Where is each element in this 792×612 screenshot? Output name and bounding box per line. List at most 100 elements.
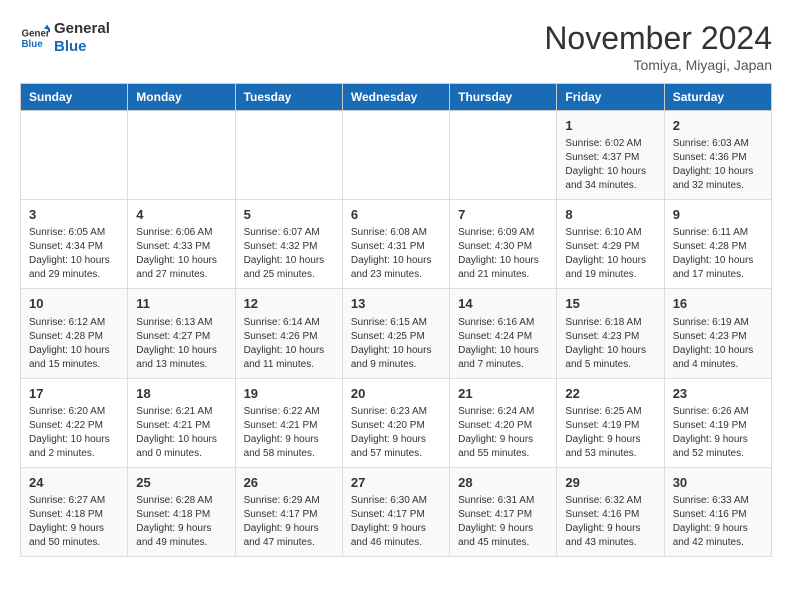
day-number: 5 xyxy=(244,206,334,224)
day-number: 11 xyxy=(136,295,226,313)
day-info: Sunrise: 6:02 AM Sunset: 4:37 PM Dayligh… xyxy=(565,137,655,193)
calendar-cell-3-0: 17 Sunrise: 6:20 AM Sunset: 4:22 PM Dayli… xyxy=(21,378,128,467)
day-info: Sunrise: 6:26 AM Sunset: 4:19 PM Dayligh… xyxy=(673,405,763,461)
day-info: Sunrise: 6:23 AM Sunset: 4:20 PM Dayligh… xyxy=(351,405,441,461)
calendar-cell-3-2: 19Sunrise: 6:22 AM Sunset: 4:21 PM Dayli… xyxy=(235,378,342,467)
calendar-cell-4-3: 27Sunrise: 6:30 AM Sunset: 4:17 PM Dayli… xyxy=(342,467,449,556)
day-info: Sunrise: 6:20 AM Sunset: 4:22 PM Dayligh… xyxy=(29,405,119,461)
calendar-cell-2-6: 16Sunrise: 6:19 AM Sunset: 4:23 PM Dayli… xyxy=(664,289,771,378)
calendar-cell-1-4: 7Sunrise: 6:09 AM Sunset: 4:30 PM Daylig… xyxy=(450,200,557,289)
svg-text:Blue: Blue xyxy=(22,39,44,50)
calendar-cell-3-5: 22 Sunrise: 6:25 AM Sunset: 4:19 PM Dayli… xyxy=(557,378,664,467)
header-row: SundayMondayTuesdayWednesdayThursdayFrid… xyxy=(21,84,772,111)
day-number: 6 xyxy=(351,206,441,224)
day-number: 29 xyxy=(565,474,655,492)
calendar-cell-3-1: 18 Sunrise: 6:21 AM Sunset: 4:21 PM Dayli… xyxy=(128,378,235,467)
week-row-3: 17 Sunrise: 6:20 AM Sunset: 4:22 PM Dayli… xyxy=(21,378,772,467)
header-saturday: Saturday xyxy=(664,84,771,111)
location: Tomiya, Miyagi, Japan xyxy=(544,57,772,73)
day-info: Sunrise: 6:09 AM Sunset: 4:30 PM Dayligh… xyxy=(458,226,548,282)
header-sunday: Sunday xyxy=(21,84,128,111)
day-number: 10 xyxy=(29,295,119,313)
day-number: 13 xyxy=(351,295,441,313)
calendar-cell-1-2: 5Sunrise: 6:07 AM Sunset: 4:32 PM Daylig… xyxy=(235,200,342,289)
calendar-cell-2-4: 14 Sunrise: 6:16 AM Sunset: 4:24 PM Dayli… xyxy=(450,289,557,378)
header-thursday: Thursday xyxy=(450,84,557,111)
day-number: 25 xyxy=(136,474,226,492)
day-info: Sunrise: 6:30 AM Sunset: 4:17 PM Dayligh… xyxy=(351,494,441,550)
day-number: 9 xyxy=(673,206,763,224)
day-info: Sunrise: 6:24 AM Sunset: 4:20 PM Dayligh… xyxy=(458,405,548,461)
day-number: 17 xyxy=(29,385,119,403)
day-info: Sunrise: 6:19 AM Sunset: 4:23 PM Dayligh… xyxy=(673,316,763,372)
calendar-cell-1-1: 4 Sunrise: 6:06 AM Sunset: 4:33 PM Daylig… xyxy=(128,200,235,289)
day-info: Sunrise: 6:22 AM Sunset: 4:21 PM Dayligh… xyxy=(244,405,334,461)
calendar-cell-2-3: 13 Sunrise: 6:15 AM Sunset: 4:25 PM Dayli… xyxy=(342,289,449,378)
calendar-cell-2-0: 10 Sunrise: 6:12 AM Sunset: 4:28 PM Dayli… xyxy=(21,289,128,378)
day-number: 14 xyxy=(458,295,548,313)
day-number: 15 xyxy=(565,295,655,313)
day-info: Sunrise: 6:32 AM Sunset: 4:16 PM Dayligh… xyxy=(565,494,655,550)
day-info: Sunrise: 6:18 AM Sunset: 4:23 PM Dayligh… xyxy=(565,316,655,372)
calendar-cell-4-6: 30Sunrise: 6:33 AM Sunset: 4:16 PM Dayli… xyxy=(664,467,771,556)
calendar-table: SundayMondayTuesdayWednesdayThursdayFrid… xyxy=(20,83,772,557)
calendar-cell-4-0: 24 Sunrise: 6:27 AM Sunset: 4:18 PM Dayli… xyxy=(21,467,128,556)
day-info: Sunrise: 6:13 AM Sunset: 4:27 PM Dayligh… xyxy=(136,316,226,372)
day-info: Sunrise: 6:25 AM Sunset: 4:19 PM Dayligh… xyxy=(565,405,655,461)
day-info: Sunrise: 6:05 AM Sunset: 4:34 PM Dayligh… xyxy=(29,226,119,282)
day-info: Sunrise: 6:06 AM Sunset: 4:33 PM Dayligh… xyxy=(136,226,226,282)
calendar-cell-1-5: 8 Sunrise: 6:10 AM Sunset: 4:29 PM Daylig… xyxy=(557,200,664,289)
header-friday: Friday xyxy=(557,84,664,111)
day-info: Sunrise: 6:29 AM Sunset: 4:17 PM Dayligh… xyxy=(244,494,334,550)
calendar-cell-1-3: 6Sunrise: 6:08 AM Sunset: 4:31 PM Daylig… xyxy=(342,200,449,289)
day-info: Sunrise: 6:12 AM Sunset: 4:28 PM Dayligh… xyxy=(29,316,119,372)
svg-text:General: General xyxy=(22,29,51,40)
day-info: Sunrise: 6:27 AM Sunset: 4:18 PM Dayligh… xyxy=(29,494,119,550)
day-number: 22 xyxy=(565,385,655,403)
header-wednesday: Wednesday xyxy=(342,84,449,111)
logo-general: General xyxy=(54,20,110,38)
day-info: Sunrise: 6:21 AM Sunset: 4:21 PM Dayligh… xyxy=(136,405,226,461)
day-info: Sunrise: 6:31 AM Sunset: 4:17 PM Dayligh… xyxy=(458,494,548,550)
day-info: Sunrise: 6:15 AM Sunset: 4:25 PM Dayligh… xyxy=(351,316,441,372)
calendar-body: 1 Sunrise: 6:02 AM Sunset: 4:37 PM Daylig… xyxy=(21,111,772,557)
day-info: Sunrise: 6:10 AM Sunset: 4:29 PM Dayligh… xyxy=(565,226,655,282)
day-number: 1 xyxy=(565,117,655,135)
week-row-4: 24 Sunrise: 6:27 AM Sunset: 4:18 PM Dayli… xyxy=(21,467,772,556)
day-info: Sunrise: 6:28 AM Sunset: 4:18 PM Dayligh… xyxy=(136,494,226,550)
logo: General Blue General Blue xyxy=(20,20,110,56)
logo-blue: Blue xyxy=(54,38,110,56)
calendar-cell-0-1 xyxy=(128,111,235,200)
calendar-cell-2-2: 12Sunrise: 6:14 AM Sunset: 4:26 PM Dayli… xyxy=(235,289,342,378)
calendar-cell-2-5: 15 Sunrise: 6:18 AM Sunset: 4:23 PM Dayli… xyxy=(557,289,664,378)
week-row-0: 1 Sunrise: 6:02 AM Sunset: 4:37 PM Daylig… xyxy=(21,111,772,200)
day-number: 2 xyxy=(673,117,763,135)
calendar-cell-4-4: 28 Sunrise: 6:31 AM Sunset: 4:17 PM Dayli… xyxy=(450,467,557,556)
calendar-cell-0-2 xyxy=(235,111,342,200)
calendar-cell-4-2: 26Sunrise: 6:29 AM Sunset: 4:17 PM Dayli… xyxy=(235,467,342,556)
day-number: 30 xyxy=(673,474,763,492)
day-number: 8 xyxy=(565,206,655,224)
calendar-cell-0-5: 1 Sunrise: 6:02 AM Sunset: 4:37 PM Daylig… xyxy=(557,111,664,200)
header-tuesday: Tuesday xyxy=(235,84,342,111)
day-number: 18 xyxy=(136,385,226,403)
day-info: Sunrise: 6:14 AM Sunset: 4:26 PM Dayligh… xyxy=(244,316,334,372)
calendar-cell-2-1: 11 Sunrise: 6:13 AM Sunset: 4:27 PM Dayli… xyxy=(128,289,235,378)
calendar-cell-0-6: 2Sunrise: 6:03 AM Sunset: 4:36 PM Daylig… xyxy=(664,111,771,200)
calendar-cell-3-6: 23Sunrise: 6:26 AM Sunset: 4:19 PM Dayli… xyxy=(664,378,771,467)
day-number: 28 xyxy=(458,474,548,492)
title-block: November 2024 Tomiya, Miyagi, Japan xyxy=(544,20,772,73)
calendar-cell-0-3 xyxy=(342,111,449,200)
day-number: 20 xyxy=(351,385,441,403)
day-number: 24 xyxy=(29,474,119,492)
calendar-header: SundayMondayTuesdayWednesdayThursdayFrid… xyxy=(21,84,772,111)
calendar-cell-4-1: 25 Sunrise: 6:28 AM Sunset: 4:18 PM Dayli… xyxy=(128,467,235,556)
week-row-1: 3Sunrise: 6:05 AM Sunset: 4:34 PM Daylig… xyxy=(21,200,772,289)
day-info: Sunrise: 6:16 AM Sunset: 4:24 PM Dayligh… xyxy=(458,316,548,372)
month-title: November 2024 xyxy=(544,20,772,57)
week-row-2: 10 Sunrise: 6:12 AM Sunset: 4:28 PM Dayli… xyxy=(21,289,772,378)
day-info: Sunrise: 6:11 AM Sunset: 4:28 PM Dayligh… xyxy=(673,226,763,282)
header-monday: Monday xyxy=(128,84,235,111)
logo-icon: General Blue xyxy=(20,23,50,53)
day-number: 4 xyxy=(136,206,226,224)
